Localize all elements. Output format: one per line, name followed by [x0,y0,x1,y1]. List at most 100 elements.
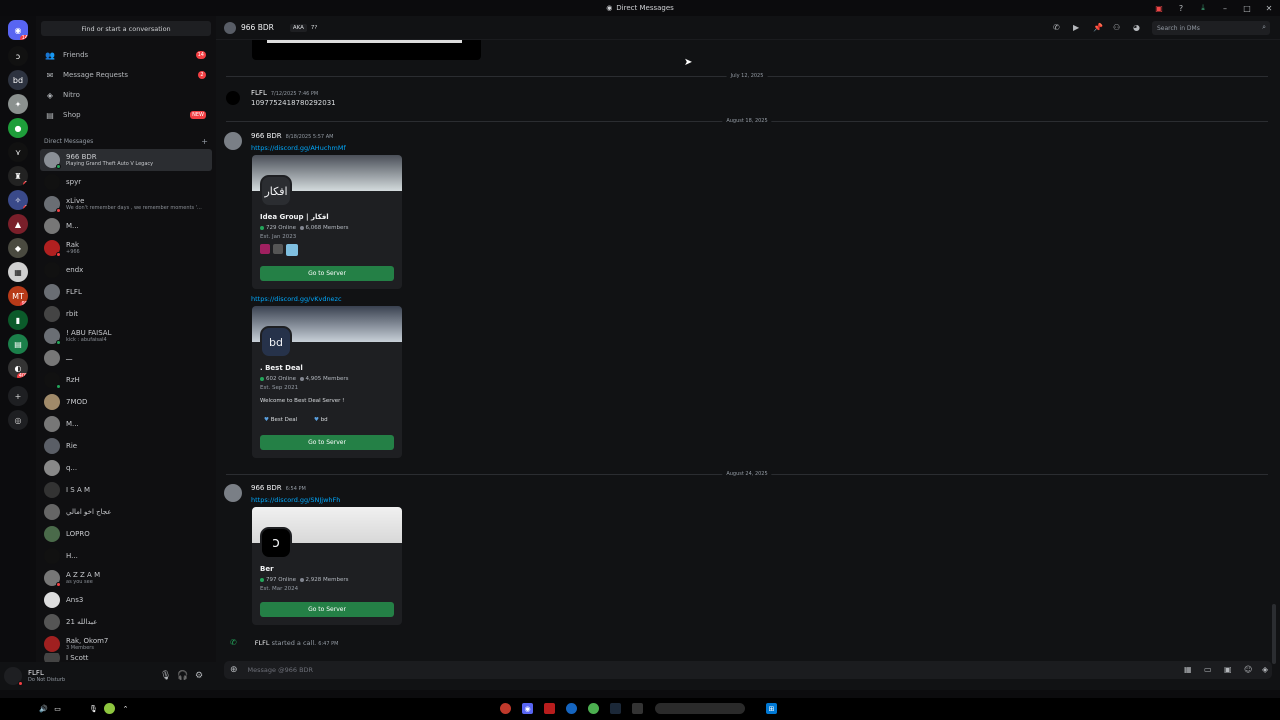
server-icon[interactable]: ⋎ [8,142,28,162]
dm-item[interactable]: rbit [40,303,212,325]
server-icon[interactable]: ▦ [8,262,28,282]
server-icon[interactable]: MT 99 [8,286,28,306]
settings-icon[interactable]: ⚙ [195,671,203,681]
mouse-cursor: ➤ [684,57,693,68]
go-to-server-button[interactable]: Go to Server [260,602,394,617]
nav-shop[interactable]: ▤ Shop NEW [40,106,210,124]
avatar[interactable] [4,667,23,686]
server-icon[interactable]: ◆ [8,238,28,258]
go-to-server-button[interactable]: Go to Server [260,266,394,281]
phone-icon[interactable]: ✆ [1053,23,1060,32]
steam-icon[interactable] [610,703,621,714]
server-icon[interactable]: ● [8,118,28,138]
avatar [224,21,236,34]
home-button[interactable]: ◉ 14 [8,20,28,40]
username[interactable]: 966 BDR [251,132,282,140]
discord-taskbar-icon[interactable]: ◉ [522,703,533,714]
dm-item[interactable]: q... [40,457,212,479]
microphone-icon[interactable]: 🎙 [160,671,171,681]
windows-start-icon[interactable]: ⊞ [766,703,777,714]
dm-item[interactable]: 7MOD [40,391,212,413]
nav-friends[interactable]: 👥 Friends 14 [40,46,210,64]
dm-item[interactable]: RzH [40,369,212,391]
pin-icon[interactable]: 📌 [1093,23,1103,32]
network-icon[interactable]: ▭ [52,703,63,714]
app-icon[interactable] [104,703,115,714]
dm-item[interactable]: 21 عبدالله [40,611,212,633]
mic-icon[interactable]: 🎙 [88,703,99,714]
dm-item[interactable]: spyr [40,171,212,193]
profile-icon[interactable]: ◕ [1133,23,1140,32]
search-dms-input[interactable]: Search in DMs ⌕ [1152,21,1270,35]
dm-item[interactable]: 966 BDR Playing Grand Theft Auto V Legacy [40,149,212,171]
invite-link[interactable]: https://discord.gg/vKvdnezc [251,295,342,303]
find-conversation-button[interactable]: Find or start a conversation [41,21,211,36]
video-icon[interactable]: ▶ [1073,23,1079,32]
chrome-icon[interactable] [588,703,599,714]
server-icon[interactable]: ▲ [8,214,28,234]
apps-icon[interactable]: ◈ [1262,665,1268,674]
server-icon[interactable]: ✦ [8,94,28,114]
dm-item[interactable]: ! ABU FAISAL kick : abufaisal4 [40,325,212,347]
dm-item[interactable]: ـــ [40,347,212,369]
image-attachment[interactable] [252,40,481,60]
dm-item[interactable]: Rie [40,435,212,457]
server-icon[interactable]: ▮ [8,310,28,330]
avatar[interactable] [224,132,242,150]
download-icon[interactable]: ⤓ [1192,0,1214,16]
dm-item[interactable]: Ans3 [40,589,212,611]
dm-item[interactable]: عجاج اخو امالي [40,501,212,523]
dm-item[interactable]: M... [40,215,212,237]
dm-item[interactable]: FLFL [40,281,212,303]
discover-icon[interactable]: ◎ [8,410,28,430]
avatar[interactable] [226,91,240,105]
chevron-up-icon[interactable]: ⌃ [120,703,131,714]
server-icon[interactable]: ↄ [8,46,28,66]
sticker-icon[interactable]: ▣ [1224,665,1232,674]
dm-item[interactable]: M... [40,413,212,435]
minimize-button[interactable]: – [1214,0,1236,16]
volume-icon[interactable]: 🔊 [38,703,49,714]
username[interactable]: FLFL [251,89,267,97]
create-dm-icon[interactable]: + [201,137,208,146]
app-icon[interactable] [500,703,511,714]
help-icon[interactable]: ? [1170,0,1192,16]
go-to-server-button[interactable]: Go to Server [260,435,394,450]
dm-item[interactable]: H... [40,545,212,567]
add-friend-icon[interactable]: ⚇ [1113,23,1120,32]
invite-link[interactable]: https://discord.gg/SNJjwhFh [251,496,340,504]
close-button[interactable]: ✕ [1258,0,1280,16]
server-icon[interactable]: bd [8,70,28,90]
server-icon[interactable]: ◐ 40k [8,358,28,378]
invite-link[interactable]: https://discord.gg/AHuchmMf [251,144,346,152]
avatar [44,284,60,300]
server-icon[interactable]: ✧ 1 [8,190,28,210]
dm-item[interactable]: xLive We don't remember days , we remembe… [40,193,212,215]
emoji-icon[interactable]: ☺ [1244,665,1252,674]
app-icon[interactable] [632,703,643,714]
taskbar-search-input[interactable] [655,703,745,714]
avatar[interactable] [224,484,242,502]
dm-item[interactable]: I S A M [40,479,212,501]
dm-item[interactable]: A Z Z A Mas you see [40,567,212,589]
dm-item[interactable]: Rak, Okom7 3 Members [40,633,212,655]
add-server-icon[interactable]: + [8,386,28,406]
server-icon[interactable]: ♜ 1 [8,166,28,186]
screen-share-icon[interactable]: ▣ [1148,0,1170,16]
nav-nitro[interactable]: ◈ Nitro [40,86,210,104]
dm-item[interactable]: Rak +966 [40,237,212,259]
headphones-icon[interactable]: 🎧 [177,671,188,681]
username[interactable]: 966 BDR [251,484,282,492]
dm-item[interactable]: endx [40,259,212,281]
gif-icon[interactable]: ▭ [1204,665,1212,674]
dm-item[interactable]: LOPRO [40,523,212,545]
app-icon[interactable] [566,703,577,714]
add-attachment-icon[interactable]: ⊕ [230,665,238,675]
nav-message-requests[interactable]: ✉ Message Requests 2 [40,66,210,84]
app-icon[interactable] [544,703,555,714]
server-icon[interactable]: ▤ [8,334,28,354]
scrollbar[interactable] [1272,604,1276,664]
maximize-button[interactable]: □ [1236,0,1258,16]
message-composer[interactable]: ⊕ Message @966 BDR ▦ ▭ ▣ ☺ ◈ [224,661,1272,679]
gift-icon[interactable]: ▦ [1184,665,1192,674]
